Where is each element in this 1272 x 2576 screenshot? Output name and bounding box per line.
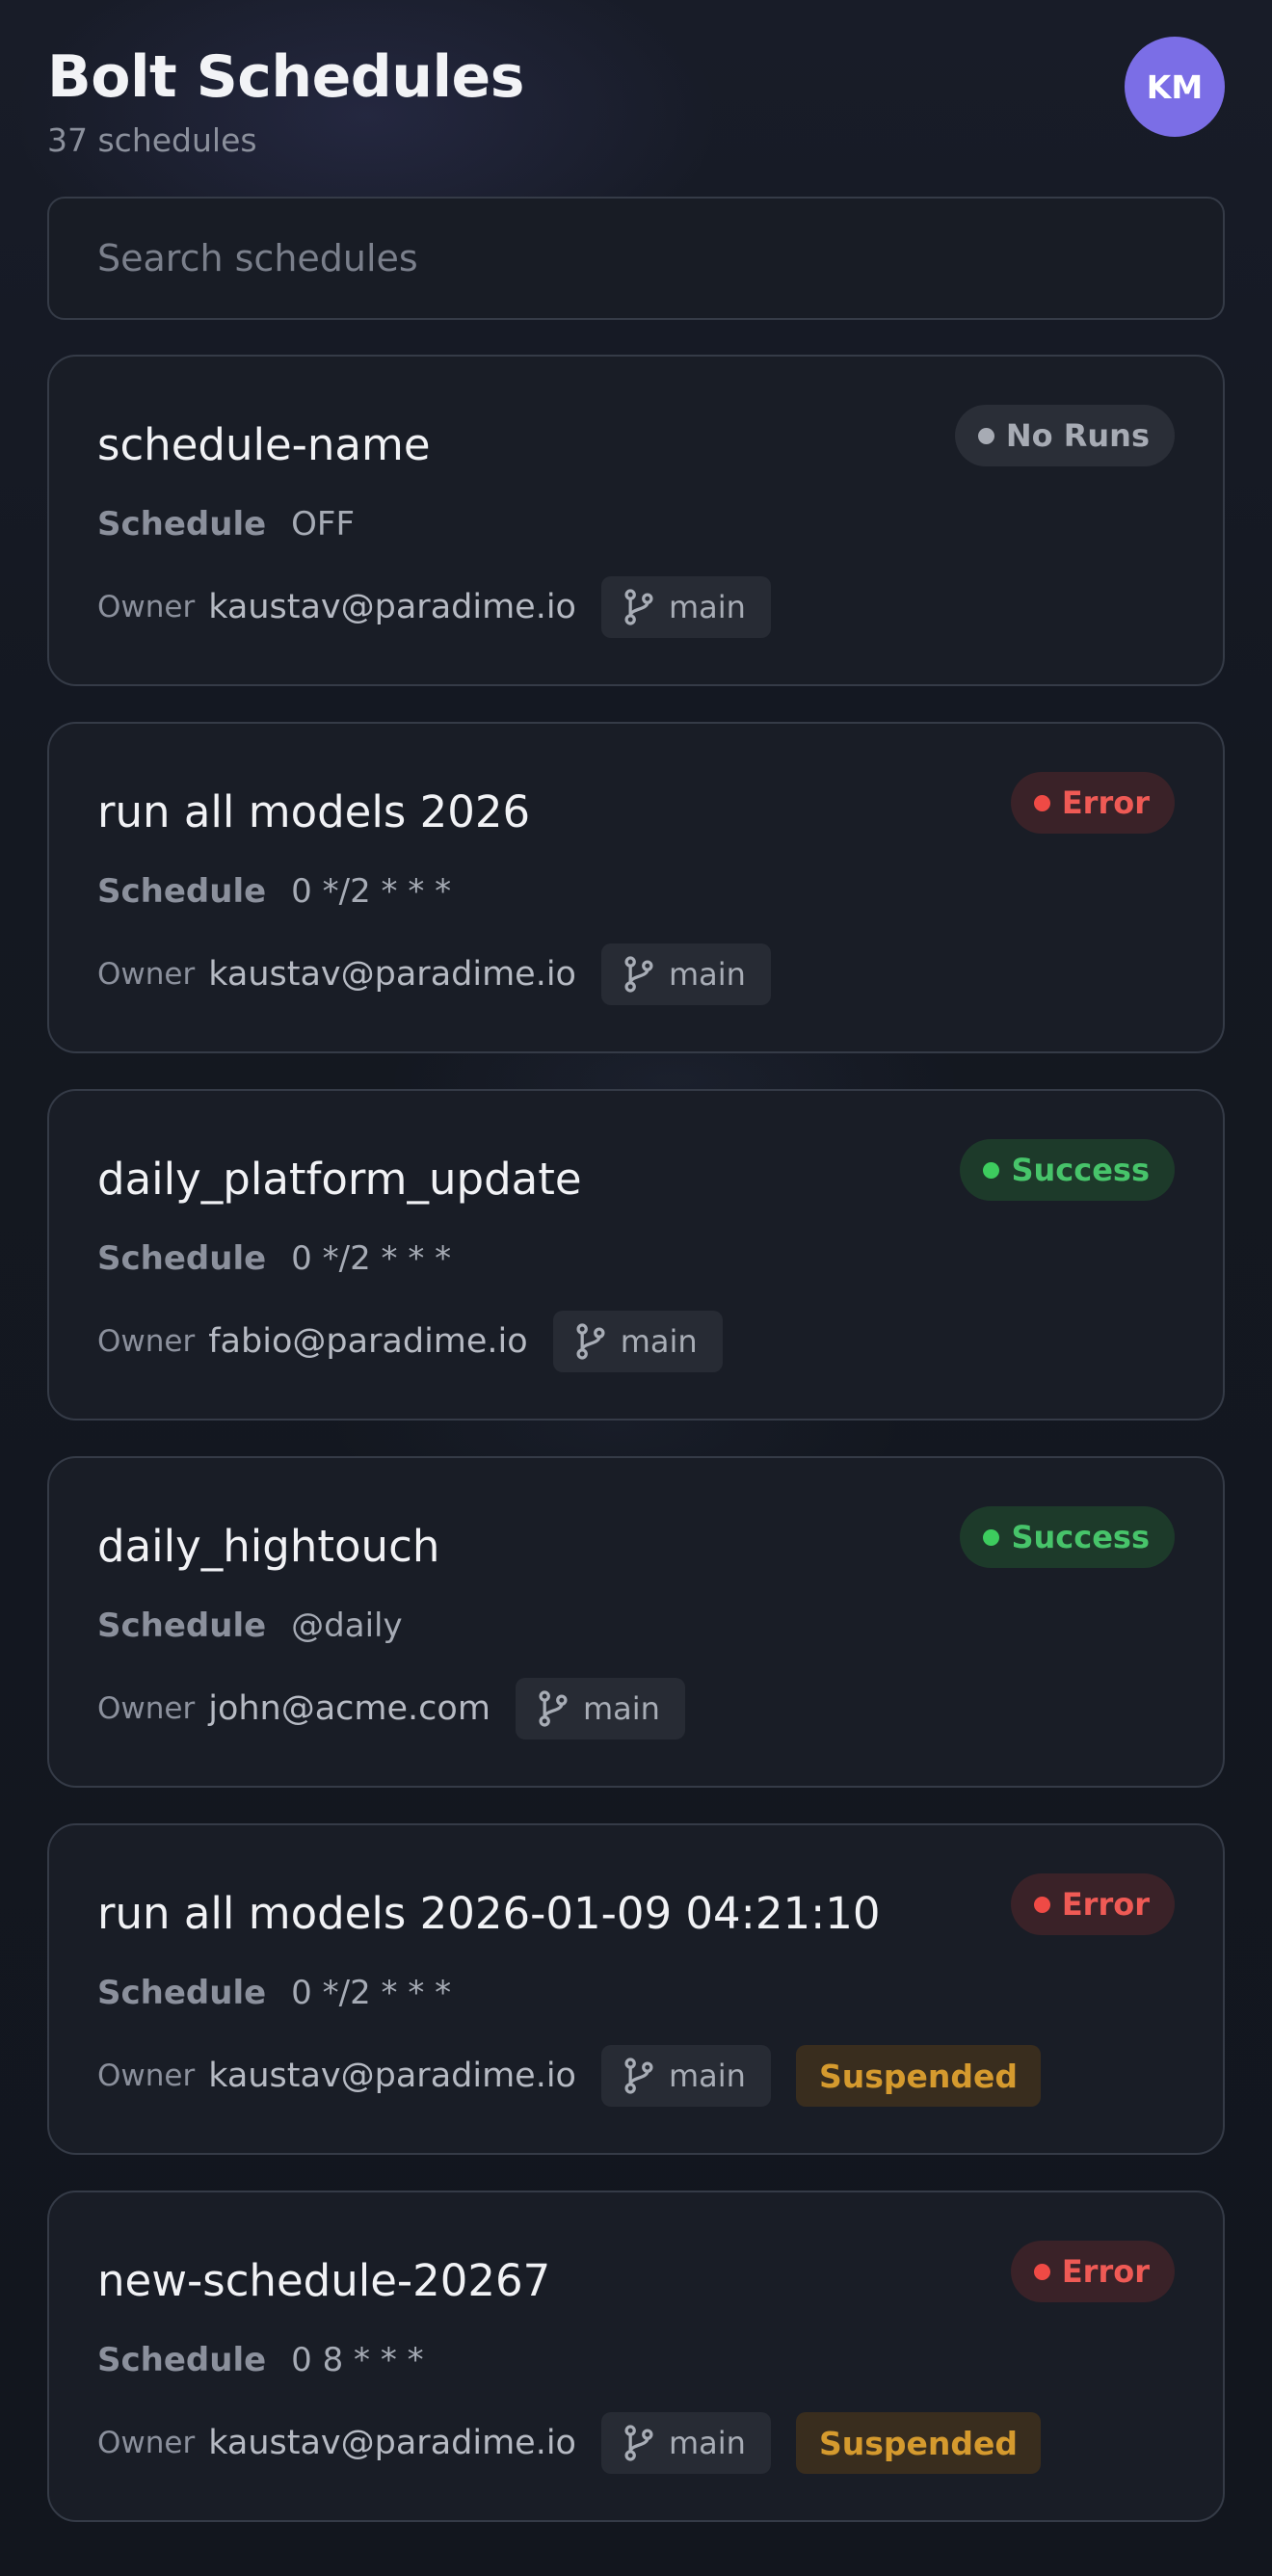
schedule-card[interactable]: daily_platform_update Success Schedule 0…: [47, 1089, 1225, 1421]
branch-badge: main: [515, 1678, 685, 1739]
owner-row: Owner kaustav@paradime.io main Suspended: [97, 2412, 1041, 2474]
schedule-cron: OFF: [291, 505, 356, 544]
avatar[interactable]: KM: [1125, 37, 1225, 137]
owner-label: Owner: [97, 1324, 196, 1359]
status-badge: No Runs: [954, 405, 1175, 466]
suspended-badge: Suspended: [795, 2045, 1041, 2107]
header: Bolt Schedules 37 schedules KM: [47, 0, 1225, 197]
status-badge: Success: [960, 1506, 1175, 1568]
owner-row: Owner fabio@paradime.io main: [97, 1311, 723, 1372]
schedule-name: daily_platform_update: [97, 1154, 582, 1205]
status-label: Error: [1061, 2253, 1150, 2290]
branch-badge: main: [600, 943, 771, 1005]
status-label: Error: [1061, 784, 1150, 821]
schedule-count: 37 schedules: [47, 121, 257, 159]
owner-row: Owner kaustav@paradime.io main Suspended: [97, 2045, 1041, 2107]
branch-name: main: [620, 1323, 698, 1360]
branch-name: main: [668, 2425, 746, 2461]
page-title: Bolt Schedules: [47, 43, 524, 111]
owner-row: Owner kaustav@paradime.io main: [97, 576, 771, 638]
suspended-badge: Suspended: [795, 2412, 1041, 2474]
owner-row: Owner kaustav@paradime.io main: [97, 943, 771, 1005]
schedule-row: Schedule 0 8 * * *: [97, 2339, 424, 2381]
branch-badge: main: [600, 2045, 771, 2107]
schedule-label: Schedule: [97, 1607, 267, 1645]
branch-badge: main: [600, 576, 771, 638]
status-dot-icon: [983, 1528, 1000, 1546]
owner-email: kaustav@paradime.io: [208, 955, 576, 994]
schedule-name: run all models 2026: [97, 786, 531, 837]
status-badge: Error: [1010, 772, 1175, 834]
status-dot-icon: [1033, 2263, 1050, 2280]
schedule-name: schedule-name: [97, 419, 431, 470]
owner-email: fabio@paradime.io: [208, 1322, 528, 1361]
schedule-row: Schedule 0 */2 * * *: [97, 1972, 451, 2014]
schedule-card[interactable]: schedule-name No Runs Schedule OFF Owner…: [47, 355, 1225, 686]
schedule-card[interactable]: run all models 2026 Error Schedule 0 */2…: [47, 722, 1225, 1053]
owner-label: Owner: [97, 1691, 196, 1726]
schedule-label: Schedule: [97, 2341, 267, 2379]
status-badge: Error: [1010, 2241, 1175, 2302]
owner-label: Owner: [97, 590, 196, 624]
git-branch-icon: [624, 2058, 653, 2094]
branch-name: main: [668, 956, 746, 993]
schedule-cron: 0 8 * * *: [291, 2341, 424, 2379]
status-label: Success: [1011, 1152, 1150, 1188]
schedule-cron: 0 */2 * * *: [291, 1239, 452, 1278]
schedule-label: Schedule: [97, 872, 267, 911]
owner-email: kaustav@paradime.io: [208, 2057, 576, 2095]
owner-row: Owner john@acme.com main: [97, 1678, 685, 1739]
git-branch-icon: [624, 589, 653, 625]
schedule-label: Schedule: [97, 1239, 267, 1278]
git-branch-icon: [539, 1690, 568, 1727]
schedule-cron: @daily: [291, 1607, 403, 1645]
branch-name: main: [668, 589, 746, 625]
status-badge: Success: [960, 1139, 1175, 1201]
status-dot-icon: [1033, 1896, 1050, 1913]
schedule-label: Schedule: [97, 505, 267, 544]
owner-label: Owner: [97, 2426, 196, 2460]
schedule-name: run all models 2026-01-09 04:21:10: [97, 1888, 881, 1939]
search-input[interactable]: [47, 197, 1225, 320]
schedule-name: daily_hightouch: [97, 1521, 440, 1572]
owner-label: Owner: [97, 2058, 196, 2093]
schedule-cron: 0 */2 * * *: [291, 1974, 452, 2012]
status-badge: Error: [1010, 1873, 1175, 1935]
schedule-row: Schedule 0 */2 * * *: [97, 1237, 451, 1280]
schedule-name: new-schedule-20267: [97, 2255, 551, 2306]
git-branch-icon: [624, 956, 653, 993]
schedule-label: Schedule: [97, 1974, 267, 2012]
status-dot-icon: [983, 1161, 1000, 1179]
schedule-row: Schedule @daily: [97, 1605, 403, 1647]
schedule-card[interactable]: run all models 2026-01-09 04:21:10 Error…: [47, 1823, 1225, 2155]
status-dot-icon: [977, 427, 994, 444]
branch-badge: main: [600, 2412, 771, 2474]
schedule-row: Schedule 0 */2 * * *: [97, 870, 451, 913]
status-label: Error: [1061, 1886, 1150, 1923]
schedule-row: Schedule OFF: [97, 503, 355, 545]
status-dot-icon: [1033, 794, 1050, 811]
branch-name: main: [668, 2058, 746, 2094]
git-branch-icon: [576, 1323, 605, 1360]
schedule-list: schedule-name No Runs Schedule OFF Owner…: [47, 355, 1225, 2522]
schedule-card[interactable]: new-schedule-20267 Error Schedule 0 8 * …: [47, 2191, 1225, 2522]
owner-label: Owner: [97, 957, 196, 992]
branch-badge: main: [552, 1311, 723, 1372]
status-label: No Runs: [1005, 417, 1150, 454]
schedule-cron: 0 */2 * * *: [291, 872, 452, 911]
page: Bolt Schedules 37 schedules KM schedule-…: [0, 0, 1272, 2522]
git-branch-icon: [624, 2425, 653, 2461]
owner-email: kaustav@paradime.io: [208, 2424, 576, 2462]
branch-name: main: [582, 1690, 660, 1727]
status-label: Success: [1011, 1519, 1150, 1555]
schedule-card[interactable]: daily_hightouch Success Schedule @daily …: [47, 1456, 1225, 1788]
owner-email: john@acme.com: [208, 1689, 490, 1728]
owner-email: kaustav@paradime.io: [208, 588, 576, 626]
